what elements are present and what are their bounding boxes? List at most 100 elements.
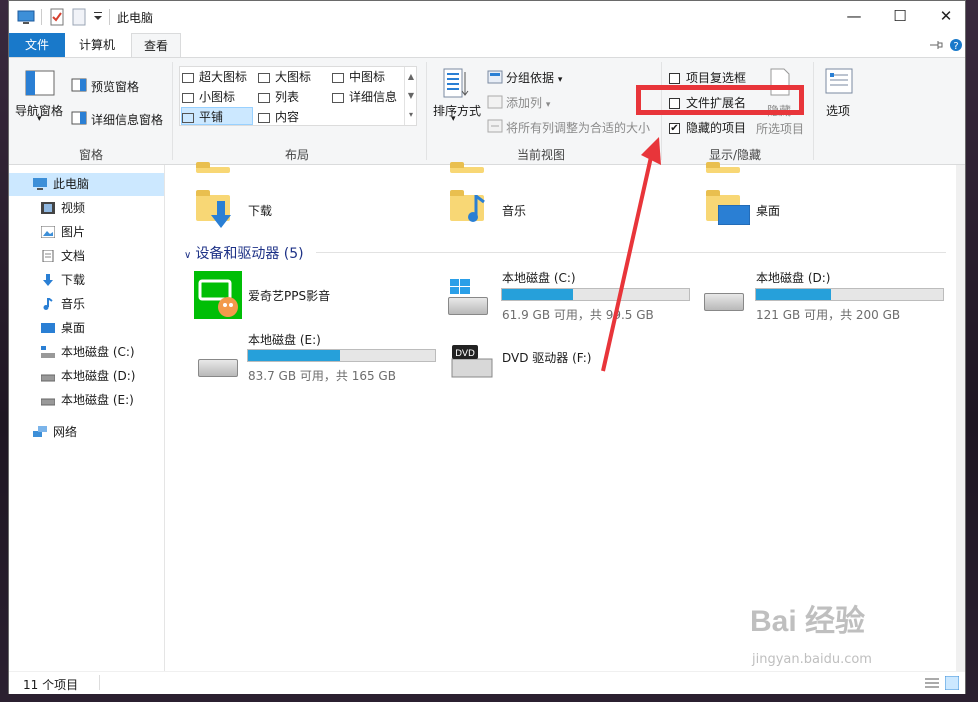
nav-item-drive-e[interactable]: 本地磁盘 (E:) [9,389,164,412]
item-checkboxes-checkbox[interactable] [669,73,680,84]
layout-medium-icons[interactable]: 中图标 [332,68,385,85]
item-checkboxes-option[interactable]: 项目复选框 [669,69,746,86]
size-columns-icon [487,119,503,133]
documents-folder-icon [450,162,484,173]
drive-usage-fill [248,350,340,361]
group-by-icon [487,70,503,84]
chevron-down-icon: ▾ [451,114,456,124]
close-button[interactable]: ✕ [923,1,969,32]
window-title: 此电脑 [117,11,154,25]
desktop-icon [41,323,55,333]
properties-icon[interactable] [49,8,65,26]
sort-by-button[interactable]: 排序方式 [433,102,481,119]
content-icon [258,112,270,123]
group-label-layout: 布局 [285,148,310,162]
nav-item-music[interactable]: 音乐 [9,293,164,316]
layout-large-icons[interactable]: 大图标 [258,68,311,85]
hidden-items-checkbox[interactable]: ✔ [669,123,680,134]
nav-item-videos[interactable]: 视频 [9,197,164,220]
tab-file[interactable]: 文件 [9,33,65,57]
large-icons-view-icon[interactable] [945,676,959,690]
hidden-items-option[interactable]: ✔ 隐藏的项目 [669,119,746,136]
layout-tiles[interactable]: 平铺 [181,107,253,125]
add-columns-icon [487,95,503,109]
computer-icon [17,10,35,24]
chevron-down-icon[interactable] [93,8,103,26]
watermark-url: jingyan.baidu.com [752,652,872,667]
hard-drive-icon [41,398,55,406]
pictures-folder-icon [706,162,740,173]
layout-list[interactable]: 列表 [258,88,299,105]
layout-extra-large-icons[interactable]: 超大图标 [182,68,247,85]
nav-item-network[interactable]: 网络 [9,421,164,444]
qa-divider [41,9,42,25]
tab-view[interactable]: 查看 [131,33,181,57]
details-pane-icon [71,111,87,125]
svg-text:DVD: DVD [455,349,475,359]
picture-icon [41,226,55,238]
chevron-down-icon: ∨ [184,250,192,261]
layout-small-icons[interactable]: 小图标 [182,88,235,105]
details-icon [332,92,344,103]
navigation-pane: 此电脑 视频 图片 文档 下载 音乐 桌面 本地磁盘 (C:) 本地磁盘 (D:… [9,165,165,671]
chevron-down-icon: ▾ [37,114,42,124]
music-note-icon [468,195,485,222]
maximize-button[interactable]: ☐ [877,1,923,32]
status-divider [99,675,100,690]
chevron-down-icon: ▾ [557,75,563,85]
watermark-brand: Bai 经验 [750,605,866,638]
svg-text:?: ? [953,41,958,52]
nav-item-pictures[interactable]: 图片 [9,221,164,244]
nav-item-this-pc[interactable]: 此电脑 [9,173,164,196]
group-label-panes: 窗格 [79,148,104,162]
sort-by-icon [443,68,469,98]
details-view-icon[interactable] [925,677,939,689]
group-label-show-hide: 显示/隐藏 [709,148,762,162]
group-separator [426,62,427,160]
video-icon [41,202,55,214]
nav-item-drive-c[interactable]: 本地磁盘 (C:) [9,341,164,364]
add-columns-button[interactable]: 添加列 ▾ [506,94,550,111]
hard-drive-icon [704,293,744,311]
drive-usage-bar-e [247,349,436,362]
desktop-icon [718,205,750,225]
help-icon[interactable]: ? [949,38,963,52]
download-icon [211,201,231,228]
drive-usage-fill [502,289,574,300]
group-label-current-view: 当前视图 [517,148,566,162]
layout-gallery: 超大图标 大图标 中图标 小图标 列表 详细信息 平铺 内容 ▲ ▼ ▾ [179,66,417,126]
options-button[interactable]: 选项 [826,102,850,119]
network-icon [33,426,47,437]
layout-details[interactable]: 详细信息 [332,88,397,105]
nav-item-desktop[interactable]: 桌面 [9,317,164,340]
nav-item-downloads[interactable]: 下载 [9,269,164,292]
large-icons-icon [258,72,270,83]
nav-pane-icon [25,70,55,96]
minimize-button[interactable]: — [831,1,877,32]
windows-logo-icon [450,279,470,294]
group-by-button[interactable]: 分组依据 ▾ [506,69,562,86]
preview-pane-icon [71,78,87,92]
pin-icon[interactable] [929,39,943,51]
hard-drive-icon [41,374,55,382]
layout-scroll[interactable]: ▲ ▼ ▾ [404,67,417,125]
annotation-highlight-box [636,85,804,115]
drive-usage-bar-d [755,288,944,301]
dvd-drive-icon: DVD [451,345,493,378]
title-bar: 此电脑 — ☐ ✕ [9,1,965,33]
small-icons-icon [182,92,194,103]
download-icon [43,274,53,286]
new-folder-icon[interactable] [71,8,87,26]
ribbon-view: 导航窗格 ▾ 预览窗格 详细信息窗格 窗格 超大图标 大图标 中图标 小图标 列… [9,57,965,165]
drive-usage-fill [756,289,831,300]
section-header-devices[interactable]: ∨ 设备和驱动器 (5) [184,243,304,263]
nav-item-drive-d[interactable]: 本地磁盘 (D:) [9,365,164,388]
preview-pane-button[interactable]: 预览窗格 [91,78,139,95]
tab-computer[interactable]: 计算机 [65,33,129,57]
details-pane-button[interactable]: 详细信息窗格 [91,111,163,128]
list-icon [258,92,270,103]
nav-item-documents[interactable]: 文档 [9,245,164,268]
windows-drive-icon [41,346,55,358]
layout-content[interactable]: 内容 [258,108,299,125]
ribbon-tabs: 文件 计算机 查看 ? [9,33,965,57]
